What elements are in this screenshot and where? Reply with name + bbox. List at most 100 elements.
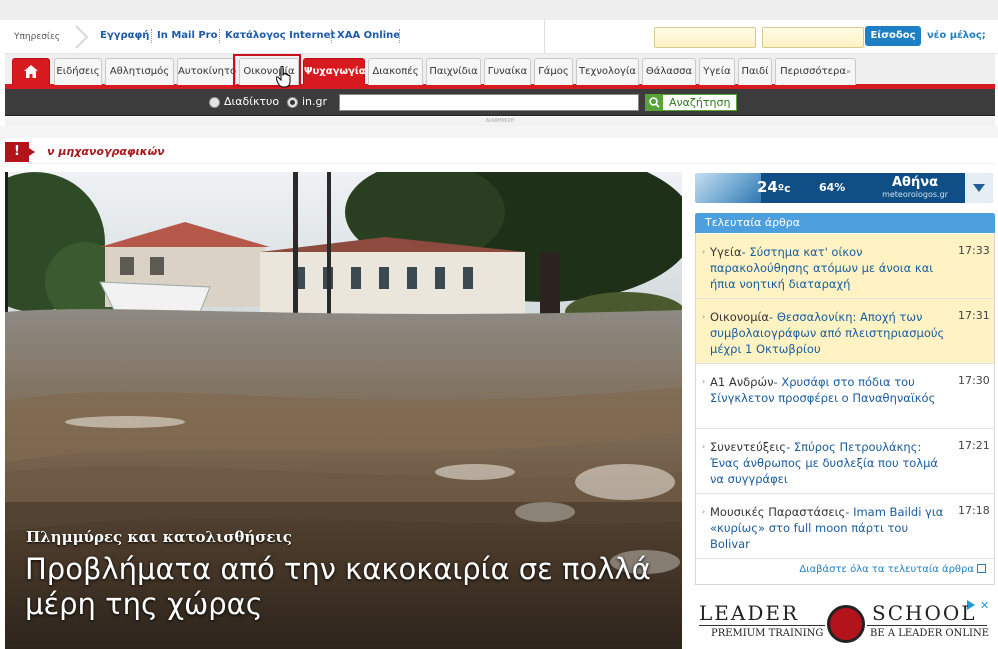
item-text: Μουσικές Παραστάσεις- Imam Baildi για «κ…	[710, 505, 944, 551]
hero-kicker[interactable]: Πλημμύρες και κατολισθήσεις	[26, 528, 292, 546]
tab-more[interactable]: Περισσότερα»	[775, 58, 856, 85]
bullet-icon: ›	[702, 377, 706, 386]
ad-tagline-left: PREMIUM TRAINING	[711, 628, 824, 639]
weather-source: meteorologos.gr	[882, 190, 948, 199]
tab-entertainment[interactable]: Ψυχαγωγία	[303, 58, 366, 85]
cloud-icon	[695, 173, 761, 203]
divider	[219, 29, 220, 43]
home-icon	[24, 65, 38, 78]
catalog-link[interactable]: Κατάλογος Internet	[225, 30, 335, 41]
stock-online-link[interactable]: ΧΑΑ Online	[337, 30, 400, 41]
divider	[151, 29, 152, 43]
ad-word-leader: LEADER	[699, 601, 800, 625]
main-nav: Ειδήσεις Αθλητισμός Αυτοκίνητο Οικονομία…	[5, 54, 995, 89]
bullet-icon: ›	[702, 507, 706, 516]
arrow-box-icon	[977, 564, 986, 573]
tab-games[interactable]: Παιχνίδια	[426, 58, 481, 85]
divider	[331, 29, 332, 43]
list-item[interactable]: › Συνεντεύξεις- Σπύρος Πετρουλάκης: Ένας…	[696, 429, 994, 494]
item-title[interactable]: Σύστημα κατ' οίκον παρακολούθησης ατόμων…	[710, 245, 933, 291]
radio-site-label: in.gr	[302, 95, 328, 108]
tab-more-label: Περισσότερα	[780, 66, 846, 77]
radio-site[interactable]	[287, 97, 298, 108]
ad-word-school: SCHOOL	[872, 601, 977, 625]
ad-rule	[699, 625, 825, 626]
ad-label: ΔΙΑΦΗΜΙΣΗ	[5, 117, 995, 126]
list-item[interactable]: › Α1 Ανδρών- Χρυσάφι στο πόδια του Σίνγκ…	[696, 364, 994, 429]
list-item[interactable]: › Οικονομία- Θεσσαλονίκη: Αποχή των συμβ…	[696, 299, 994, 364]
tab-news[interactable]: Ειδήσεις	[54, 58, 102, 85]
item-time: 17:18	[958, 504, 990, 517]
new-member-link[interactable]: νέο μέλος;	[927, 30, 986, 41]
weather-city: Αθήνα	[891, 175, 939, 190]
home-tab[interactable]	[12, 58, 50, 85]
search-input[interactable]	[339, 94, 639, 111]
hero-headline[interactable]: Προβλήματα από την κακοκαιρία σε πολλά μ…	[25, 552, 675, 622]
tab-child[interactable]: Παιδί	[738, 58, 772, 85]
item-text: Οικονομία- Θεσσαλονίκη: Αποχή των συμβολ…	[710, 310, 945, 356]
item-time: 17:33	[958, 244, 990, 257]
weather-temp-value: 24	[757, 178, 778, 196]
leader-school-ad[interactable]: ✕ LEADER SCHOOL PREMIUM TRAINING BE A LE…	[695, 596, 995, 649]
item-text: Α1 Ανδρών- Χρυσάφι στο πόδια του Σίνγκλε…	[710, 375, 936, 405]
item-time: 17:31	[958, 309, 990, 322]
tab-health[interactable]: Υγεία	[699, 58, 735, 85]
double-chevron-icon: »	[845, 67, 851, 76]
weather-temp: 24ºc	[757, 178, 791, 196]
bullet-icon: ›	[702, 442, 706, 451]
ad-rule	[867, 625, 987, 626]
ad-tagline-right: BE A LEADER ONLINE	[870, 628, 990, 639]
tab-holidays[interactable]: Διακοπές	[368, 58, 423, 85]
item-time: 17:21	[958, 439, 990, 452]
divider-band	[0, 126, 998, 138]
item-category: Μουσικές Παραστάσεις	[710, 505, 846, 519]
read-all-label: Διαβάστε όλα τα τελευταία άρθρα	[799, 564, 974, 575]
services-label: Υπηρεσίες	[14, 32, 61, 42]
item-time: 17:30	[958, 374, 990, 387]
username-field[interactable]	[654, 27, 756, 48]
breaking-ticker: ! ν μηχανογραφικών	[5, 140, 995, 164]
password-field[interactable]	[762, 27, 864, 48]
search-bar: Διαδίκτυο in.gr Αναζήτηση	[5, 89, 995, 116]
bullet-icon: ›	[702, 247, 706, 256]
weather-temp-unit: ºc	[777, 182, 791, 195]
alert-icon: !	[5, 142, 35, 162]
radio-web[interactable]	[209, 97, 220, 108]
item-category: Υγεία	[710, 245, 742, 259]
search-icon	[646, 95, 663, 110]
weather-dropdown-icon[interactable]	[965, 173, 993, 203]
hand-cursor-icon	[276, 66, 291, 88]
tab-technology[interactable]: Τεχνολογία	[576, 58, 639, 85]
item-text: Υγεία- Σύστημα κατ' οίκον παρακολούθησης…	[710, 245, 934, 291]
radio-web-label: Διαδίκτυο	[224, 95, 280, 108]
latest-articles: Τελευταία άρθρα › Υγεία- Σύστημα κατ' οί…	[695, 213, 995, 585]
search-button[interactable]: Αναζήτηση	[645, 94, 737, 111]
tab-woman[interactable]: Γυναίκα	[484, 58, 531, 85]
list-item[interactable]: › Υγεία- Σύστημα κατ' οίκον παρακολούθησ…	[696, 234, 994, 299]
list-item[interactable]: › Μουσικές Παραστάσεις- Imam Baildi για …	[696, 494, 994, 559]
divider	[399, 29, 400, 43]
latest-header: Τελευταία άρθρα	[695, 213, 995, 233]
hero-story[interactable]: Πλημμύρες και κατολισθήσεις Προβλήματα α…	[5, 172, 682, 649]
chevron-right-icon	[75, 25, 89, 49]
item-category: Συνεντεύξεις	[710, 440, 787, 454]
login-button[interactable]: Είσοδος	[865, 26, 921, 46]
tab-sports[interactable]: Αθλητισμός	[105, 58, 174, 85]
tab-sea[interactable]: Θάλασσα	[642, 58, 696, 85]
register-link[interactable]: Εγγραφή	[100, 30, 149, 41]
services-bar: Υπηρεσίες Εγγραφή In Mail Pro Κατάλογος …	[5, 20, 998, 54]
lion-logo	[827, 605, 865, 643]
weather-widget[interactable]: 24ºc 64% Αθήνα meteorologos.gr	[695, 173, 993, 203]
ticker-text[interactable]: ν μηχανογραφικών	[47, 145, 165, 158]
item-category: Οικονομία	[710, 310, 770, 324]
tab-auto[interactable]: Αυτοκίνητο	[177, 58, 236, 85]
item-text: Συνεντεύξεις- Σπύρος Πετρουλάκης: Ένας ά…	[710, 440, 938, 486]
top-band	[0, 0, 998, 20]
svg-text:✕: ✕	[980, 599, 989, 612]
tab-wedding[interactable]: Γάμος	[534, 58, 573, 85]
search-button-label: Αναζήτηση	[669, 96, 731, 109]
weather-humidity: 64%	[819, 181, 846, 194]
bullet-icon: ›	[702, 312, 706, 321]
inmail-link[interactable]: In Mail Pro	[157, 30, 218, 41]
read-all-link[interactable]: Διαβάστε όλα τα τελευταία άρθρα	[799, 564, 986, 575]
